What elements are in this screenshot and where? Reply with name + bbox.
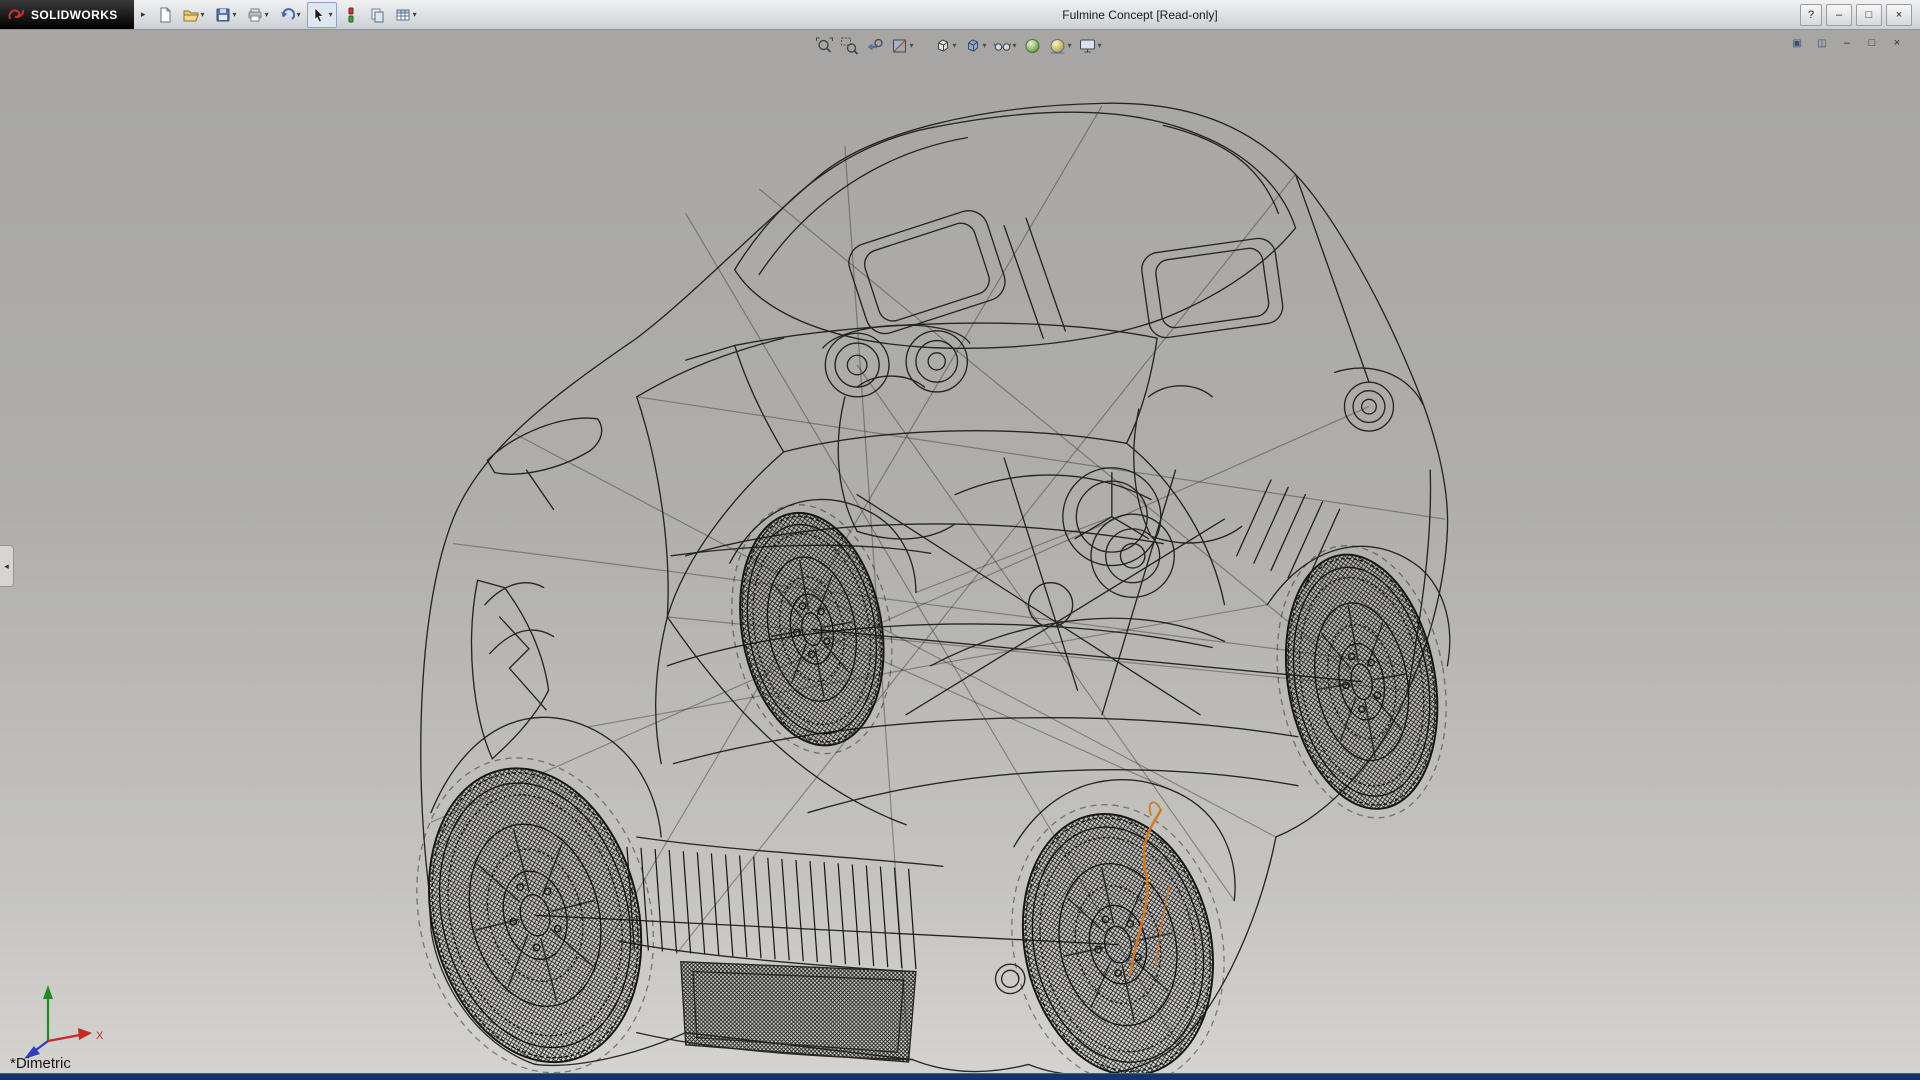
window-controls: ? – □ × (1800, 4, 1920, 26)
undo-dropdown-arrow[interactable]: ▾ (297, 11, 301, 19)
maximize-button[interactable]: □ (1856, 4, 1882, 26)
save-icon (215, 7, 231, 23)
view-orientation-dropdown-arrow[interactable]: ▾ (953, 42, 957, 50)
view-settings-dropdown-arrow[interactable]: ▾ (1098, 42, 1102, 50)
solidworks-logo: SOLIDWORKS (0, 0, 134, 29)
brand-text: SOLIDWORKS (31, 8, 118, 22)
zoom-to-area-button[interactable] (839, 34, 861, 58)
previous-view-icon (866, 37, 884, 55)
save-dropdown-arrow[interactable]: ▾ (233, 11, 237, 19)
view-orientation-label: *Dimetric (10, 1055, 71, 1072)
open-button[interactable]: ▾ (179, 2, 209, 28)
apply-scene-button[interactable]: ▾ (1047, 34, 1074, 58)
heads-up-view-toolbar: ▾ ▾ ▾ ▾ (814, 34, 1104, 58)
open-folder-icon (183, 7, 199, 23)
apply-scene-dropdown-arrow[interactable]: ▾ (1068, 42, 1072, 50)
view-settings-button[interactable]: ▾ (1077, 34, 1104, 58)
select-cursor-icon (311, 7, 327, 23)
view-orientation-button[interactable]: ▾ (932, 34, 959, 58)
3ds-logo-icon (7, 7, 27, 23)
select-button[interactable]: ▾ (307, 2, 337, 28)
new-document-button[interactable] (153, 2, 177, 28)
wheels-and-detail-lines (385, 106, 1467, 1073)
print-button[interactable]: ▾ (243, 2, 273, 28)
doc-restore-button[interactable]: □ (1863, 35, 1881, 51)
zoom-to-fit-icon (816, 37, 834, 55)
featuremanager-collapsed-tab[interactable]: ◂ (0, 545, 14, 587)
copy-settings-icon (369, 7, 385, 23)
display-style-button[interactable]: ▾ (962, 34, 989, 58)
title-bar: SOLIDWORKS ▸ ▾ ▾ (0, 0, 1920, 30)
display-style-cube-icon (964, 37, 982, 55)
new-document-icon (157, 7, 173, 23)
standard-toolbar: ▾ ▾ ▾ ▾ (153, 2, 421, 28)
wireframe-model[interactable] (0, 30, 1920, 1073)
undo-button[interactable]: ▾ (275, 2, 305, 28)
help-button[interactable]: ? (1800, 4, 1822, 26)
previous-view-button[interactable] (864, 34, 886, 58)
toolbar-flyout-arrow[interactable]: ▸ (141, 9, 146, 20)
window-title: Fulmine Concept [Read-only] (1062, 0, 1217, 30)
view-orientation-cube-icon (934, 37, 952, 55)
select-dropdown-arrow[interactable]: ▾ (329, 11, 333, 19)
solidworks-window: SOLIDWORKS ▸ ▾ ▾ (0, 0, 1920, 1080)
copy-settings-button[interactable] (365, 2, 389, 28)
section-view-button[interactable]: ▾ (889, 34, 916, 58)
section-view-icon (891, 37, 909, 55)
doc-new-window-button[interactable]: ▣ (1788, 35, 1806, 51)
minimize-button[interactable]: – (1826, 4, 1852, 26)
hide-show-items-button[interactable]: ▾ (992, 34, 1019, 58)
hide-show-dropdown-arrow[interactable]: ▾ (1013, 42, 1017, 50)
selection-filter-icon (343, 7, 359, 23)
zoom-to-fit-button[interactable] (814, 34, 836, 58)
triad-x-axis (78, 1028, 92, 1040)
view-settings-icon (1079, 37, 1097, 55)
taskbar-edge (0, 1073, 1920, 1080)
triad-x-label: X (96, 1030, 104, 1042)
hide-show-items-glasses-icon (994, 37, 1012, 55)
close-button[interactable]: × (1886, 4, 1912, 26)
open-dropdown-arrow[interactable]: ▾ (201, 11, 205, 19)
save-button[interactable]: ▾ (211, 2, 241, 28)
print-icon (247, 7, 263, 23)
document-window-controls: ▣ ◫ – □ × (1788, 35, 1906, 51)
design-table-icon (395, 7, 411, 23)
print-dropdown-arrow[interactable]: ▾ (265, 11, 269, 19)
edit-appearance-button[interactable] (1022, 34, 1044, 58)
edit-appearance-ball-icon (1024, 37, 1042, 55)
doc-minimize-button[interactable]: – (1838, 35, 1856, 51)
zoom-to-area-icon (841, 37, 859, 55)
doc-split-button[interactable]: ◫ (1813, 35, 1831, 51)
graphics-viewport[interactable]: ▾ ▾ ▾ ▾ (0, 30, 1920, 1073)
apply-scene-ball-icon (1049, 37, 1067, 55)
design-table-button[interactable]: ▾ (391, 2, 421, 28)
selection-filter-button[interactable] (339, 2, 363, 28)
display-style-dropdown-arrow[interactable]: ▾ (983, 42, 987, 50)
design-table-dropdown-arrow[interactable]: ▾ (413, 11, 417, 19)
triad-y-axis (43, 985, 53, 999)
undo-icon (279, 7, 295, 23)
doc-close-button[interactable]: × (1888, 35, 1906, 51)
orientation-triad: X (18, 975, 114, 1061)
section-view-dropdown-arrow[interactable]: ▾ (910, 42, 914, 50)
